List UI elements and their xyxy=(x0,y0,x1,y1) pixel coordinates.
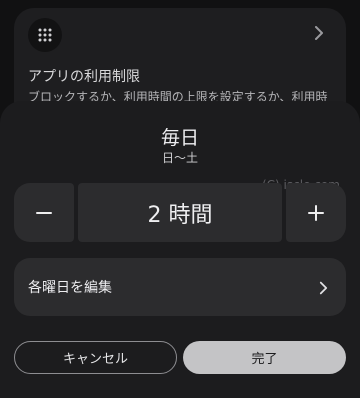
chevron-right-icon xyxy=(319,280,328,299)
increase-button[interactable] xyxy=(286,183,346,242)
duration-value: 2 時間 xyxy=(78,183,282,242)
minus-icon xyxy=(36,211,52,214)
apps-grid-icon xyxy=(28,18,62,52)
edit-each-day-label: 各曜日を編集 xyxy=(28,280,112,296)
chevron-right-icon xyxy=(314,25,324,44)
edit-each-day-row[interactable]: 各曜日を編集 xyxy=(14,258,346,316)
app-limit-title: アプリの利用制限 xyxy=(28,69,140,85)
screen: アプリの利用制限 ブロックするか、利用時間の上限を設定するか、利用時 毎日 日〜… xyxy=(0,0,360,398)
plus-icon xyxy=(308,204,324,221)
decrease-button[interactable] xyxy=(14,183,74,242)
time-limit-sheet: 毎日 日〜土 (C) iscle.com 2 時間 各曜日を編集 キャンセル 完… xyxy=(0,101,360,398)
cancel-button[interactable]: キャンセル xyxy=(14,341,177,374)
sheet-title: 毎日 xyxy=(160,127,199,149)
sheet-subtitle: 日〜土 xyxy=(161,151,198,165)
done-button[interactable]: 完了 xyxy=(183,341,346,374)
